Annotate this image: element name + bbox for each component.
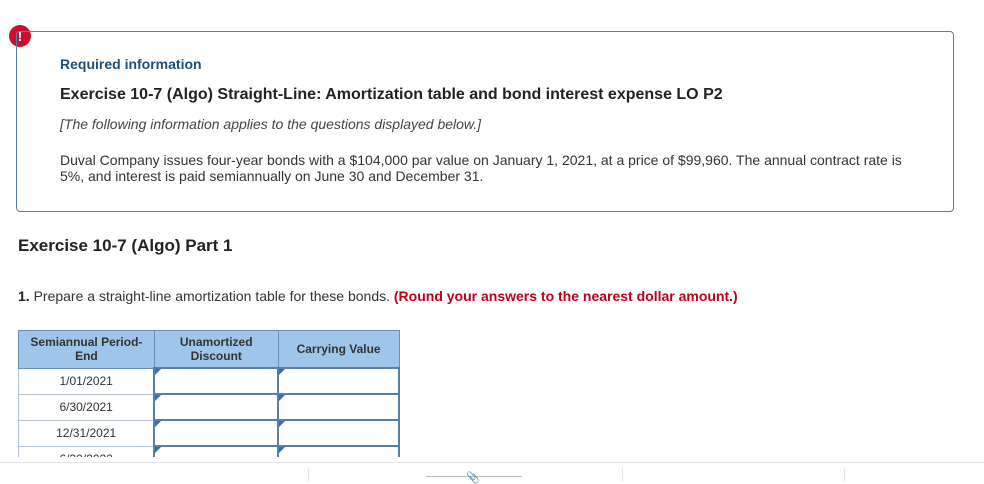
header-unamortized-discount: Unamortized Discount (153, 330, 279, 369)
question-body: Prepare a straight-line amortization tab… (33, 288, 390, 304)
question-text: 1. Prepare a straight-line amortization … (18, 288, 738, 304)
header-period-end: Semiannual Period-End (18, 330, 155, 369)
carrying-value-input[interactable] (277, 393, 400, 421)
amortization-table: Semiannual Period-End Unamortized Discou… (18, 330, 400, 457)
exercise-title: Exercise 10-7 (Algo) Straight-Line: Amor… (60, 86, 723, 103)
period-cell: 12/31/2021 (18, 419, 155, 447)
unamortized-discount-input[interactable] (153, 393, 280, 421)
question-number: 1. (18, 288, 30, 304)
unamortized-discount-input[interactable] (153, 367, 280, 395)
table-row: 6/30/2022 (18, 445, 400, 457)
period-cell: 6/30/2022 (18, 445, 155, 457)
paperclip-icon[interactable]: 📎 (466, 471, 480, 484)
period-cell: 1/01/2021 (18, 367, 155, 395)
unamortized-discount-input[interactable] (153, 419, 280, 447)
required-information-box: Required information Exercise 10-7 (Algo… (16, 31, 954, 212)
footer-divider-tick (308, 468, 309, 482)
table-header-row: Semiannual Period-End Unamortized Discou… (18, 330, 400, 369)
header-carrying-value: Carrying Value (277, 330, 400, 369)
problem-description: Duval Company issues four-year bonds wit… (60, 152, 902, 184)
footer-divider-tick (622, 468, 623, 482)
table-row: 6/30/2021 (18, 393, 400, 421)
table-row: 1/01/2021 (18, 367, 400, 395)
carrying-value-input[interactable] (277, 445, 400, 457)
rounding-instruction: (Round your answers to the nearest dolla… (393, 288, 738, 304)
period-cell: 6/30/2021 (18, 393, 155, 421)
table-row: 12/31/2021 (18, 419, 400, 447)
required-information-label: Required information (60, 56, 202, 72)
unamortized-discount-input[interactable] (153, 445, 280, 457)
info-note: [The following information applies to th… (60, 116, 482, 132)
carrying-value-input[interactable] (277, 367, 400, 395)
footer-divider-tick (844, 468, 845, 482)
footer-divider (0, 462, 984, 463)
part-title: Exercise 10-7 (Algo) Part 1 (18, 236, 233, 255)
carrying-value-input[interactable] (277, 419, 400, 447)
amortization-table-container[interactable]: Semiannual Period-End Unamortized Discou… (18, 330, 400, 457)
